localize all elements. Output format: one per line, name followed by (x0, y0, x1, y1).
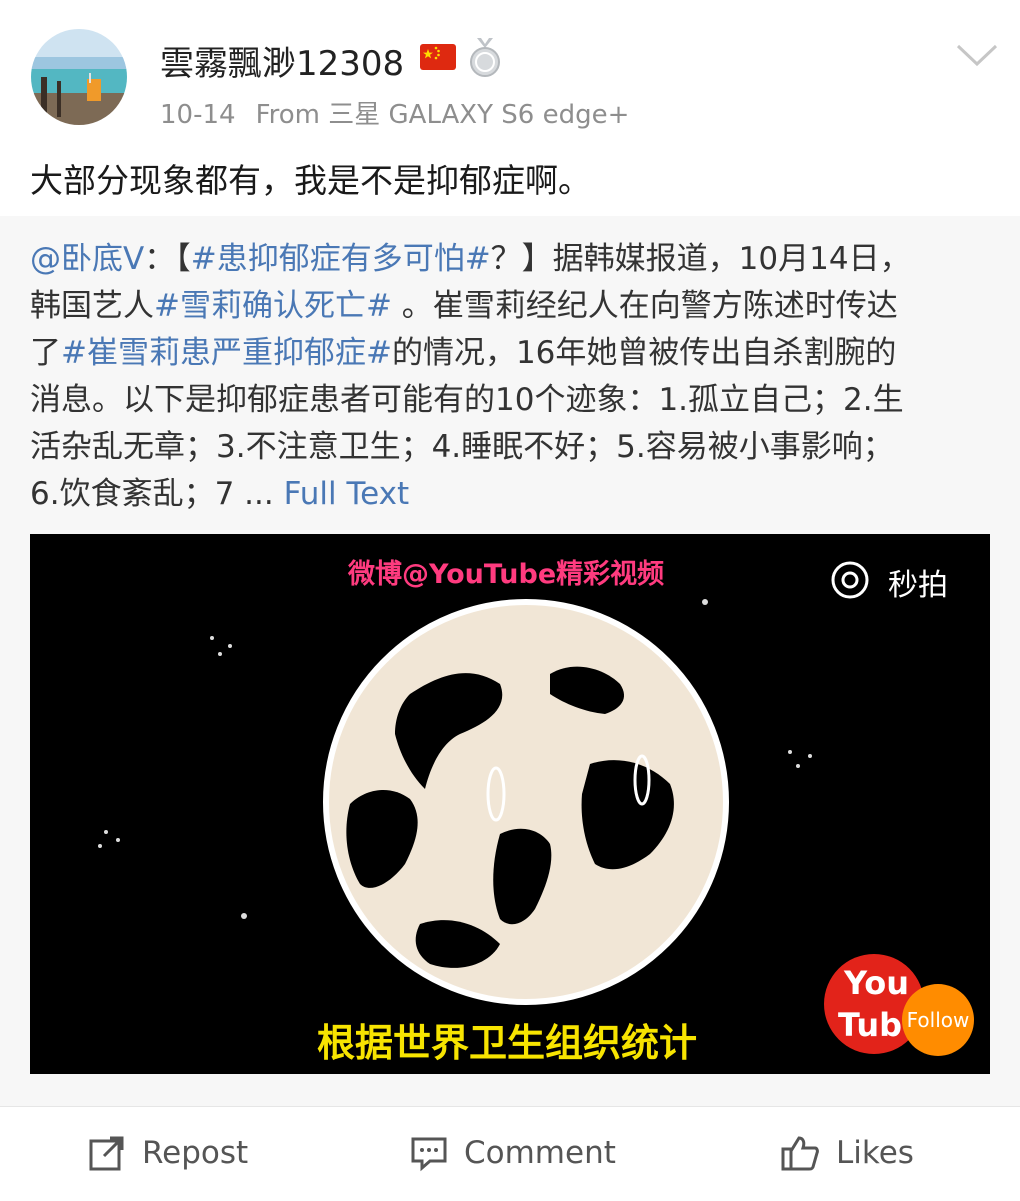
repost-line: 6.饮食紊乱；7 ... Full Text (30, 471, 990, 518)
comment-label: Comment (464, 1135, 616, 1171)
post-source: From 三星 GALAXY S6 edge+ (255, 100, 630, 130)
repost-text-segment: 了 (30, 335, 61, 371)
repost-button[interactable]: Repost (88, 1131, 248, 1175)
username[interactable]: 雲霧飄渺12308 (160, 36, 404, 85)
likes-label: Likes (836, 1135, 914, 1171)
video-frame[interactable]: 微博@YouTube精彩视频 秒拍 根据世界卫生组织统计 You Tube Fo… (30, 534, 990, 1074)
repost-text-segment: ？】据韩媒报道，10月14日， (490, 241, 911, 277)
repost-text-segment: 。崔雪莉经纪人在向警方陈述时传达 (391, 288, 898, 324)
repost-line: 活杂乱无章；3.不注意卫生；4.睡眠不好；5.容易被小事影响； (30, 424, 990, 471)
repost-text-segment: ：【 (144, 241, 191, 277)
repost-link[interactable]: #雪莉确认死亡# (154, 288, 392, 324)
post-meta: 10-14 From 三星 GALAXY S6 edge+ (160, 94, 629, 131)
repost-text: @卧底V：【#患抑郁症有多可怕#？】据韩媒报道，10月14日， 韩国艺人#雪莉确认… (30, 236, 990, 518)
repost-label: Repost (142, 1135, 249, 1171)
repost-text-segment: 消息。以下是抑郁症患者可能有的10个迹象：1.孤立自己；2.生 (30, 382, 904, 418)
china-flag-icon (420, 42, 456, 72)
repost-line: 了#崔雪莉患严重抑郁症#的情况，16年她曾被传出自杀割腕的 (30, 330, 990, 377)
video-watermark: 微博@YouTube精彩视频 (348, 559, 665, 590)
repost-text-segment: 6.饮食紊乱；7 ... (30, 476, 284, 512)
youtube-badge-top: You (844, 964, 909, 1002)
post-text: 大部分现象都有，我是不是抑郁症啊。 (30, 161, 591, 200)
repost-box[interactable]: @卧底V：【#患抑郁症有多可怕#？】据韩媒报道，10月14日， 韩国艺人#雪莉确认… (0, 216, 1020, 1106)
repost-text-segment: 的情况，16年她曾被传出自杀割腕的 (391, 335, 897, 371)
medal-icon[interactable] (468, 38, 502, 78)
follow-button[interactable]: Follow (902, 984, 974, 1056)
repost-text-segment: 韩国艺人 (30, 288, 154, 324)
thumbs-up-icon (781, 1136, 819, 1171)
repost-line: @卧底V：【#患抑郁症有多可怕#？】据韩媒报道，10月14日， (30, 236, 990, 283)
repost-link[interactable]: #患抑郁症有多可怕# (191, 241, 491, 277)
miaopai-label: 秒拍 (888, 568, 948, 603)
post-header: 雲霧飄渺12308 10-14 From 三星 GALAXY S6 edge+ (0, 0, 1020, 140)
video-subtitle: 根据世界卫生组织统计 (317, 1021, 698, 1065)
repost-line: 韩国艺人#雪莉确认死亡# 。崔雪莉经纪人在向警方陈述时传达 (30, 283, 990, 330)
repost-link[interactable]: #崔雪莉患严重抑郁症# (61, 335, 392, 371)
repost-line: 消息。以下是抑郁症患者可能有的10个迹象：1.孤立自己；2.生 (30, 377, 990, 424)
video-player[interactable]: 微博@YouTube精彩视频 秒拍 根据世界卫生组织统计 You Tube Fo… (30, 534, 990, 1074)
repost-icon (89, 1136, 124, 1171)
repost-link[interactable]: Full Text (284, 476, 410, 512)
post-date: 10-14 (160, 100, 236, 130)
miaopai-logo-icon (831, 561, 869, 599)
repost-text-segment: 活杂乱无章；3.不注意卫生；4.睡眠不好；5.容易被小事影响； (30, 429, 894, 465)
action-bar: Repost Comment Likes (0, 1106, 1020, 1201)
comment-icon (411, 1137, 447, 1172)
likes-button[interactable]: Likes (780, 1131, 914, 1175)
comment-button[interactable]: Comment (410, 1131, 616, 1175)
avatar[interactable] (31, 29, 127, 125)
repost-link[interactable]: @卧底V (30, 241, 144, 277)
chevron-down-icon[interactable] (954, 40, 1000, 70)
